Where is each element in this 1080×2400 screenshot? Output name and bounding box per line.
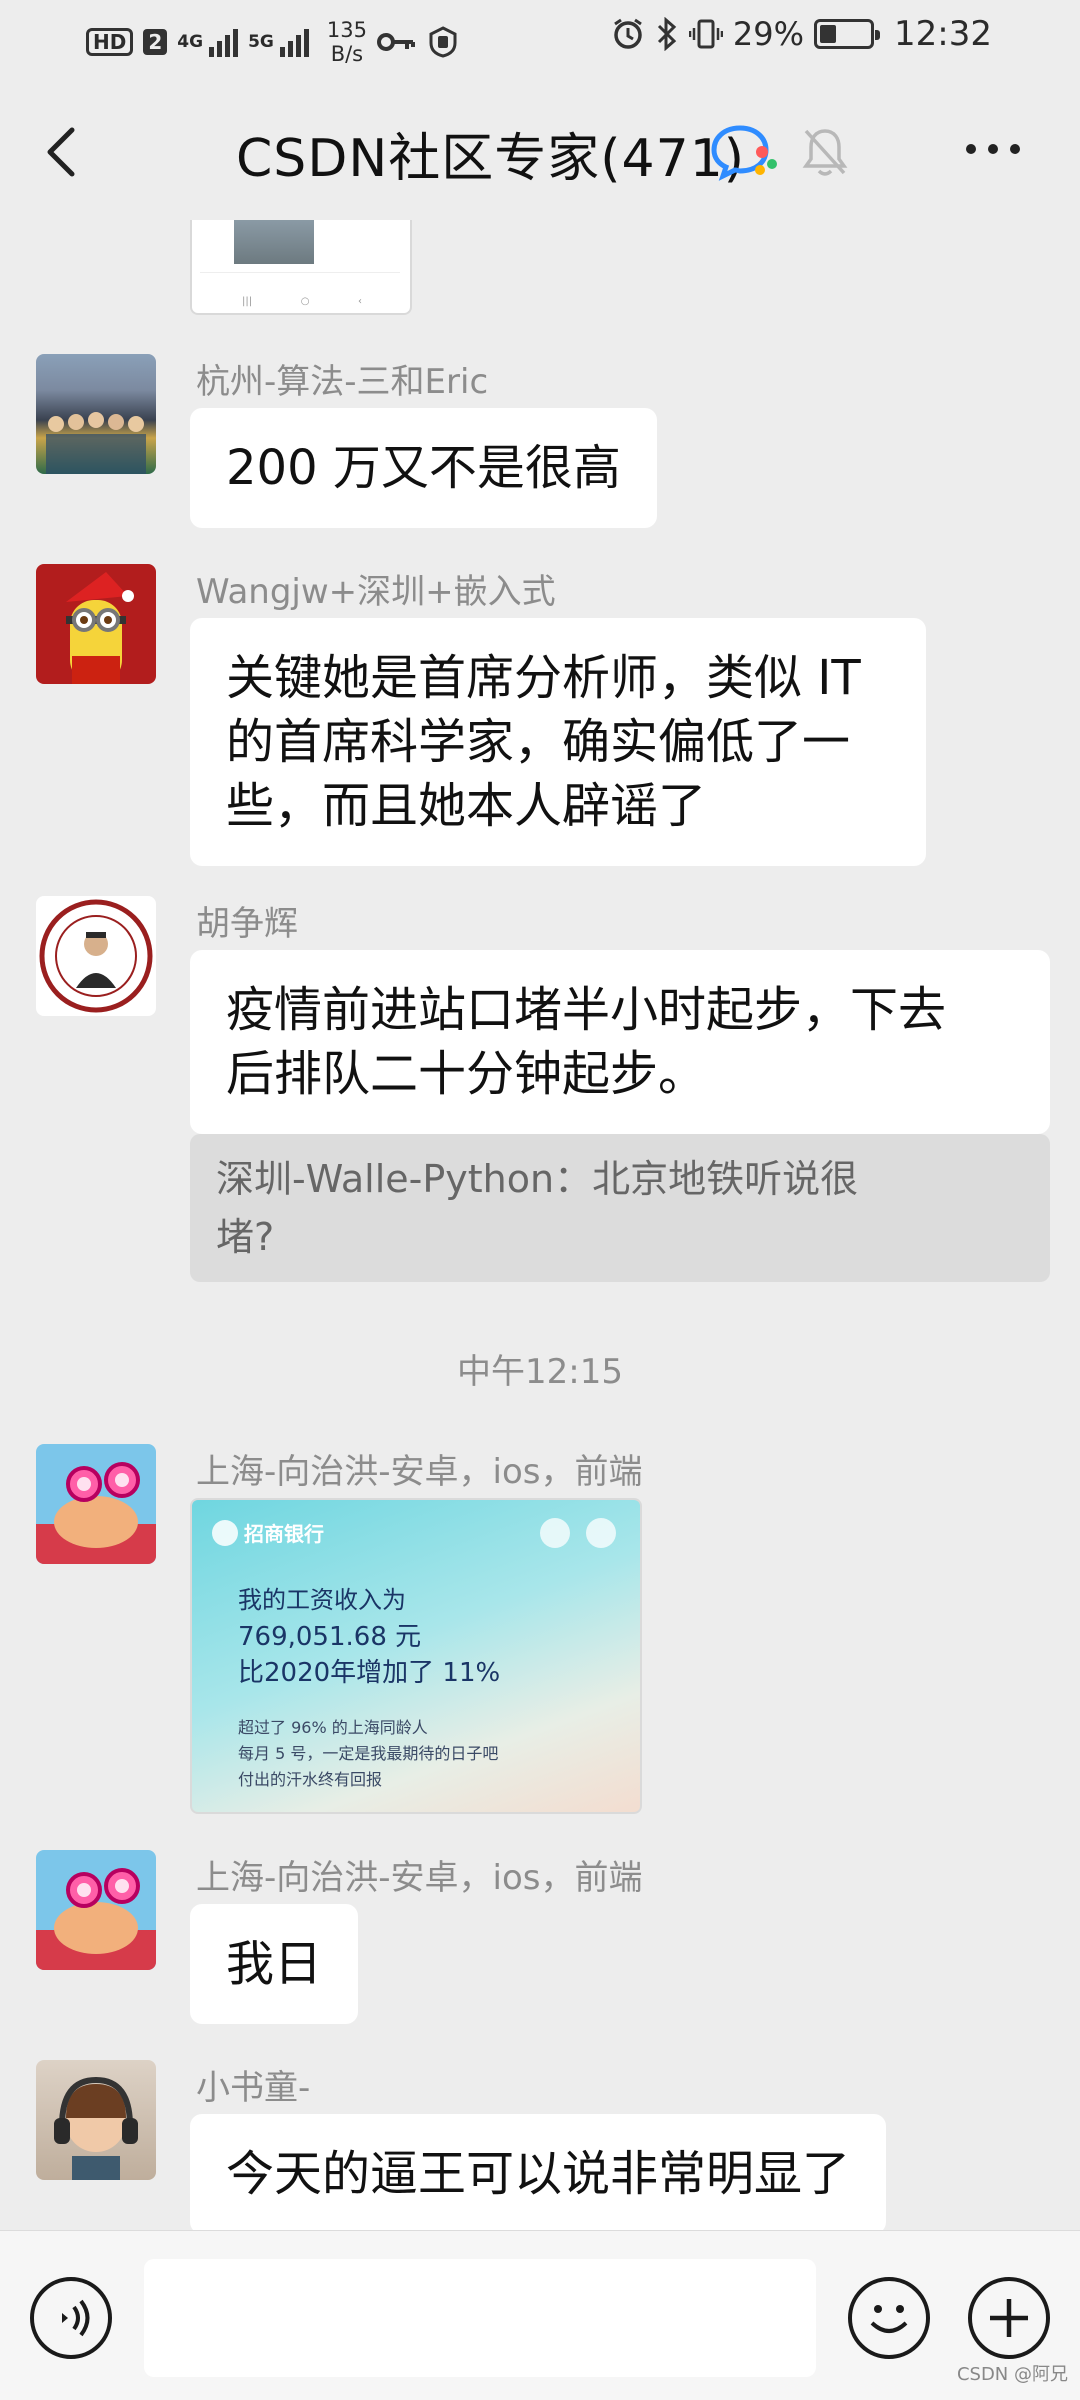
card-line-2: 769,051.68 元 (238, 1622, 422, 1652)
group-photo-icon (46, 412, 146, 474)
bluetooth-icon (657, 17, 677, 51)
cartoon-avatar-icon (36, 1868, 156, 1970)
emoji-button[interactable] (848, 2277, 930, 2359)
message-line: 关键她是首席分析师，类似 IT (226, 650, 861, 706)
card-small-3: 付出的汗水终有回报 (238, 1770, 383, 1789)
sim-badge: 2 (143, 29, 168, 55)
message-line: 后排队二十分钟起步。 (226, 1046, 707, 1102)
quote-line: 堵? (216, 1215, 275, 1259)
network-speed: 135 B/s (327, 18, 367, 66)
more-dots-icon[interactable] (966, 144, 1020, 154)
status-left: HD 2 4G 5G 135 B/s (86, 18, 459, 66)
sender-name: 小书童- (196, 2068, 311, 2108)
battery-icon (814, 19, 881, 49)
minion-icon (66, 572, 134, 684)
message-line: 的首席科学家，确实偏低了一 (226, 714, 851, 770)
bank-logo-icon (212, 1519, 238, 1546)
clock: 12:32 (894, 14, 992, 54)
speed-value: 135 (326, 18, 367, 42)
message-bubble[interactable]: 关键她是首席分析师，类似 IT 的首席科学家，确实偏低了一 些，而且她本人辟谣了 (190, 618, 926, 866)
cartoon-avatar-icon (36, 1462, 156, 1564)
hd-badge: HD (86, 28, 134, 56)
message-item: 上海-向治洪-安卓，ios，前端 我日 (36, 1850, 1036, 2050)
alarm-icon (614, 18, 642, 49)
timestamp-divider: 中午12:15 (457, 1352, 623, 1392)
key-icon (376, 33, 415, 51)
message-item: 杭州-算法-三和Eric 200 万又不是很高 (36, 354, 1036, 554)
battery-percent: 29% (732, 15, 805, 53)
message-bubble[interactable]: 200 万又不是很高 (190, 408, 657, 528)
message-line: 疫情前进站口堵半小时起步，下去 (226, 982, 947, 1038)
hand-shield-icon (429, 26, 457, 58)
sender-name: 上海-向治洪-安卓，ios，前端 (196, 1452, 643, 1492)
message-item: 胡争辉 疫情前进站口堵半小时起步，下去 后排队二十分钟起步。 深圳-Walle-… (36, 896, 1050, 1316)
image-message-partial[interactable]: ||| ○ ‹ (190, 220, 412, 315)
child-headphones-icon (54, 2076, 138, 2180)
message-input[interactable] (144, 2259, 816, 2377)
back-arrow-icon[interactable] (40, 124, 88, 180)
avatar[interactable] (36, 2060, 156, 2180)
thumbnail-nav: ||| ○ ‹ (242, 296, 362, 307)
avatar[interactable] (36, 896, 156, 1016)
eye-icon (540, 1518, 570, 1548)
message-line: 些，而且她本人辟谣了 (226, 778, 707, 834)
voice-icon (62, 2299, 90, 2337)
message-bubble[interactable]: 我日 (190, 1904, 359, 2024)
status-bar: HD 2 4G 5G 135 B/s 29% 12:32 (0, 0, 1080, 80)
chat-screen: HD 2 4G 5G 135 B/s 29% 12:32 CSDN社区专家(47… (0, 0, 1080, 2400)
avatar[interactable] (36, 354, 156, 474)
speed-unit: B/s (330, 42, 364, 66)
avatar[interactable] (36, 564, 156, 684)
vibrate-icon (688, 19, 723, 49)
sender-name: 上海-向治洪-安卓，ios，前端 (196, 1858, 643, 1898)
message-item: 小书童- 今天的逼王可以说非常明显了 (36, 2060, 1036, 2230)
thumbnail-photo (234, 220, 314, 264)
csdn-watermark: CSDN @阿兄 (956, 2364, 1068, 2385)
message-bubble[interactable]: 今天的逼王可以说非常明显了 (190, 2114, 887, 2230)
mute-bell-icon[interactable] (800, 125, 850, 179)
card-line-3: 比2020年增加了 11% (238, 1658, 501, 1688)
quote-line: 深圳-Walle-Python：北京地铁听说很 (216, 1157, 859, 1201)
message-item: Wangjw+深圳+嵌入式 关键她是首席分析师，类似 IT 的首席科学家，确实偏… (36, 564, 1036, 866)
signal-bars-icon (209, 27, 239, 57)
network-type-2: 5G (248, 32, 274, 52)
card-small-2: 每月 5 号，一定是我最期待的日子吧 (238, 1744, 499, 1763)
plus-icon (990, 2299, 1028, 2337)
input-bar: CSDN @阿兄 (0, 2230, 1080, 2400)
quoted-reply[interactable]: 深圳-Walle-Python：北京地铁听说很 堵? (190, 1134, 1050, 1282)
peking-seal-icon (39, 899, 153, 1013)
message-item: 上海-向治洪-安卓，ios，前端 招商银行 我的工资收入为 769,051.68… (36, 1444, 1036, 1824)
message-list[interactable]: ||| ○ ‹ 杭州-算法-三和Eric 200 万又不是很高 Wangjw+深… (0, 220, 1080, 2230)
page-title: CSDN社区专家(471) (236, 129, 746, 189)
chat-header: CSDN社区专家(471) (0, 80, 1080, 220)
chat-bubbles-icon[interactable] (710, 122, 780, 182)
card-small-1: 超过了 96% 的上海同龄人 (238, 1718, 428, 1737)
sender-name: Wangjw+深圳+嵌入式 (196, 572, 556, 612)
network-type-1: 4G (177, 32, 204, 52)
status-right: 29% 12:32 (611, 14, 992, 54)
plus-button[interactable] (968, 2277, 1050, 2359)
bank-name: 招商银行 (244, 1522, 324, 1546)
voice-button[interactable] (30, 2277, 112, 2359)
bank-logo: 招商银行 (212, 1518, 324, 1547)
thumbnail-toolbar (200, 272, 400, 290)
close-icon (586, 1518, 616, 1548)
signal-bars-icon (279, 27, 309, 57)
avatar[interactable] (36, 1850, 156, 1970)
card-line-1: 我的工资收入为 (238, 1586, 406, 1614)
sender-name: 杭州-算法-三和Eric (196, 362, 489, 402)
image-message-bank-card[interactable]: 招商银行 我的工资收入为 769,051.68 元 比2020年增加了 11% … (190, 1498, 642, 1814)
sender-name: 胡争辉 (196, 904, 298, 944)
emoji-icon (870, 2305, 908, 2333)
avatar[interactable] (36, 1444, 156, 1564)
message-bubble[interactable]: 疫情前进站口堵半小时起步，下去 后排队二十分钟起步。 (190, 950, 1050, 1134)
